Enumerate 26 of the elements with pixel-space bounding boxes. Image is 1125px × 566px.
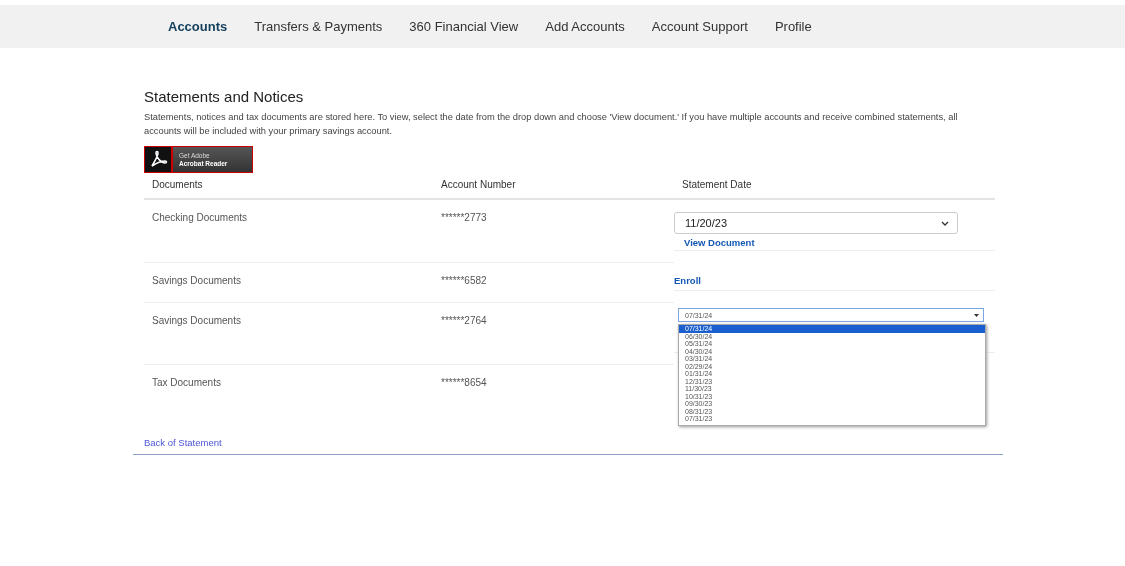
nav-tab[interactable]: Add Accounts (545, 19, 625, 34)
document-type: Savings Documents (152, 275, 241, 286)
nav-tab[interactable]: Transfers & Payments (254, 19, 383, 34)
enroll-link[interactable]: Enroll (674, 275, 701, 286)
caret-down-icon (974, 313, 979, 317)
nav-tab[interactable]: 360 Financial View (409, 19, 519, 34)
chevron-down-icon (941, 220, 949, 226)
document-type: Tax Documents (152, 377, 221, 388)
back-of-statement-link[interactable]: Back of Statement (144, 437, 222, 448)
nav-tab[interactable]: Account Support (651, 19, 748, 34)
account-number: ******2773 (441, 212, 487, 223)
account-number: ******8654 (441, 377, 487, 388)
intro-text: Statements, notices and tax documents are stored here. To view, select the date from the drop down and choose 'View document.' If you have multiple accounts and receive combined statements, all accounts will be included with your primary savings account. (144, 111, 959, 138)
view-document-link[interactable]: View Document (684, 237, 755, 248)
column-header: Account Number (441, 179, 516, 190)
document-type: Checking Documents (152, 212, 248, 223)
nav-tab[interactable]: Profile (774, 19, 812, 34)
pdf-icon (145, 147, 173, 172)
date-select[interactable]: 11/20/23 (674, 212, 958, 234)
account-number: ******2764 (441, 315, 487, 326)
document-type: Savings Documents (152, 315, 241, 326)
column-header: Documents (152, 179, 203, 190)
account-number: ******6582 (441, 275, 487, 286)
page-title: Statements and Notices (144, 88, 305, 105)
nav-tab[interactable]: Accounts (168, 19, 228, 34)
column-header: Statement Date (682, 179, 752, 190)
